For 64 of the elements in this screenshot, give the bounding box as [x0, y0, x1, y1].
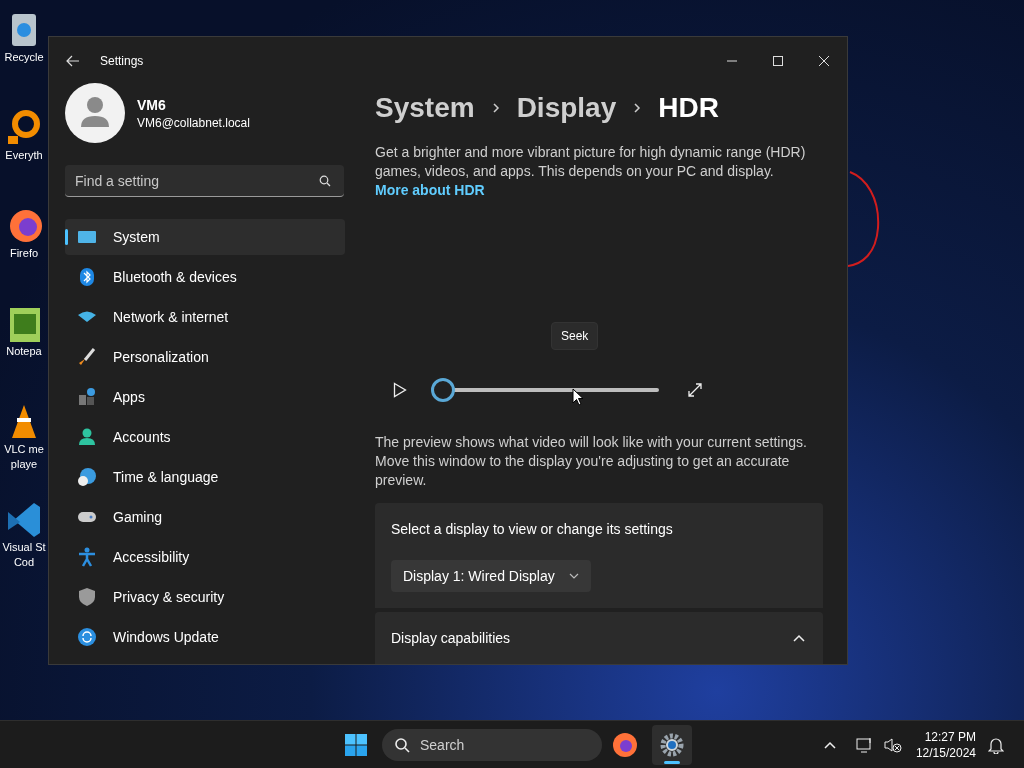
sidebar-item[interactable]: Personalization — [65, 339, 345, 375]
description-text: Get a brighter and more vibrant picture for high dynamic range (HDR) games, videos, and apps. This depends on your PC and display. More about HDR — [375, 143, 807, 200]
back-arrow-icon[interactable] — [66, 55, 80, 67]
globe-clock-icon — [77, 467, 97, 487]
desktop-icon-label[interactable]: Notepa — [6, 344, 42, 359]
bell-icon[interactable] — [988, 735, 1004, 754]
sidebar-item[interactable]: Network & internet — [65, 299, 345, 335]
sidebar-item[interactable]: Accessibility — [65, 539, 345, 575]
desktop-icon-label[interactable]: Firefo — [9, 246, 39, 261]
desktop-icon-label[interactable]: Everyth — [5, 148, 43, 163]
shield-icon — [77, 587, 97, 607]
sidebar-item[interactable]: Privacy & security — [65, 579, 345, 615]
seek-thumb[interactable] — [431, 377, 455, 402]
desktop-icon-label[interactable]: Cod — [13, 555, 35, 570]
chevron-down-icon — [568, 573, 579, 580]
avatar-icon — [65, 83, 125, 143]
bluetooth-icon — [77, 267, 97, 287]
chevron-right-icon — [633, 102, 642, 114]
sidebar-item[interactable]: Apps — [65, 379, 345, 415]
breadcrumb-item: HDR — [658, 91, 719, 125]
speaker-muted-icon[interactable] — [883, 736, 902, 753]
sidebar-item[interactable]: Accounts — [65, 419, 345, 455]
display-dropdown[interactable]: Display 1: Wired Display — [391, 560, 591, 593]
person-icon — [77, 427, 97, 447]
network-monitor-icon[interactable] — [855, 736, 874, 753]
taskbar-search-field[interactable]: Search — [382, 728, 602, 761]
desktop-icon-label[interactable]: Visual St — [2, 540, 46, 555]
preview-note: The preview shows what video will look like with your current settings. Move this window to the display you're adjusting to get an accurate preview. — [375, 433, 808, 491]
gear-icon — [660, 732, 684, 757]
chevron-up-icon — [793, 634, 805, 643]
sidebar-item[interactable]: Time & language — [65, 459, 345, 495]
display-capabilities-label: Display capabilities — [391, 628, 511, 648]
clock-time[interactable]: 12:27 PM — [924, 728, 976, 745]
desktop-icon-label[interactable]: VLC me — [4, 442, 44, 457]
breadcrumb-item[interactable]: Display — [516, 87, 617, 129]
fullscreen-icon[interactable] — [687, 381, 703, 398]
chevron-up-icon[interactable] — [823, 740, 836, 749]
sidebar-item[interactable]: Windows Update — [65, 619, 345, 655]
window-title: Settings — [100, 53, 144, 70]
desktop-icon-label[interactable]: playe — [10, 457, 38, 472]
seek-tooltip: Seek — [551, 322, 599, 350]
start-windows-icon[interactable] — [344, 732, 368, 757]
refresh-icon — [77, 627, 97, 647]
settings-search-field[interactable]: Find a setting — [65, 165, 344, 197]
display-select-label: Select a display to view or change its settings — [391, 520, 674, 540]
sidebar-item[interactable]: System — [65, 219, 345, 255]
breadcrumb-item[interactable]: System — [375, 87, 475, 129]
search-icon — [394, 736, 410, 753]
paintbrush-icon — [77, 347, 97, 367]
desktop-icon-label[interactable]: Recycle — [4, 50, 44, 65]
sidebar-item[interactable]: Gaming — [65, 499, 345, 535]
display-capabilities-header[interactable]: Display capabilities — [375, 612, 823, 664]
clock-date[interactable]: 12/15/2024 — [915, 744, 976, 761]
apps-grid-icon — [77, 387, 97, 407]
user-name: VM6 — [137, 96, 167, 115]
play-icon[interactable] — [393, 381, 407, 398]
accessibility-figure-icon — [77, 547, 97, 567]
mouse-pointer-icon — [572, 388, 584, 406]
settings-taskbar-button[interactable] — [652, 724, 692, 765]
chevron-right-icon — [491, 102, 500, 114]
sidebar-item[interactable]: Bluetooth & devices — [65, 259, 345, 295]
more-about-hdr-link[interactable]: More about HDR — [375, 181, 485, 200]
user-email: VM6@collabnet.local — [137, 115, 250, 131]
search-icon — [319, 175, 331, 187]
